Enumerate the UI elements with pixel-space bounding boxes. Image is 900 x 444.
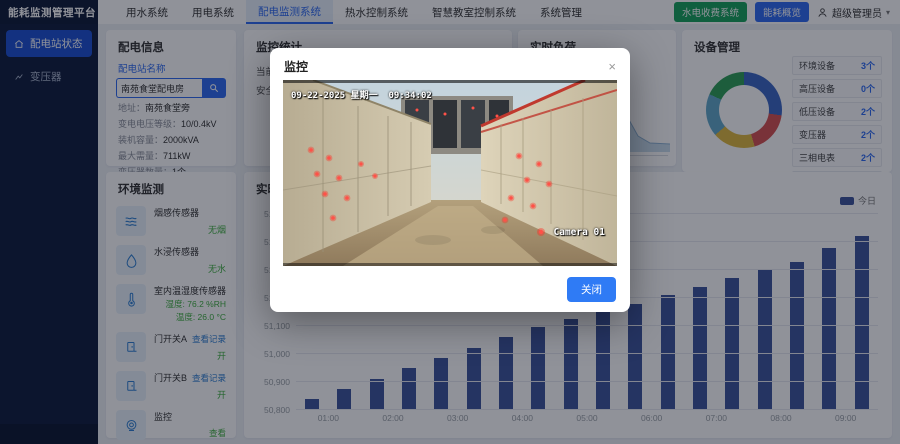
- modal-footer: 关闭: [567, 277, 616, 302]
- camera-id-label: Camera 01: [554, 227, 605, 238]
- modal-header: 监控 ×: [270, 48, 630, 81]
- camera-view: 09-22-2025 星期一 09:34:02 Camera 01: [283, 80, 617, 266]
- close-icon[interactable]: ×: [608, 60, 616, 73]
- close-button[interactable]: 关闭: [567, 277, 616, 302]
- camera-timestamp: 09-22-2025 星期一 09:34:02: [291, 88, 432, 101]
- camera-scene: [283, 80, 617, 266]
- camera-modal: 监控 ×: [270, 48, 630, 312]
- modal-title: 监控: [284, 58, 308, 75]
